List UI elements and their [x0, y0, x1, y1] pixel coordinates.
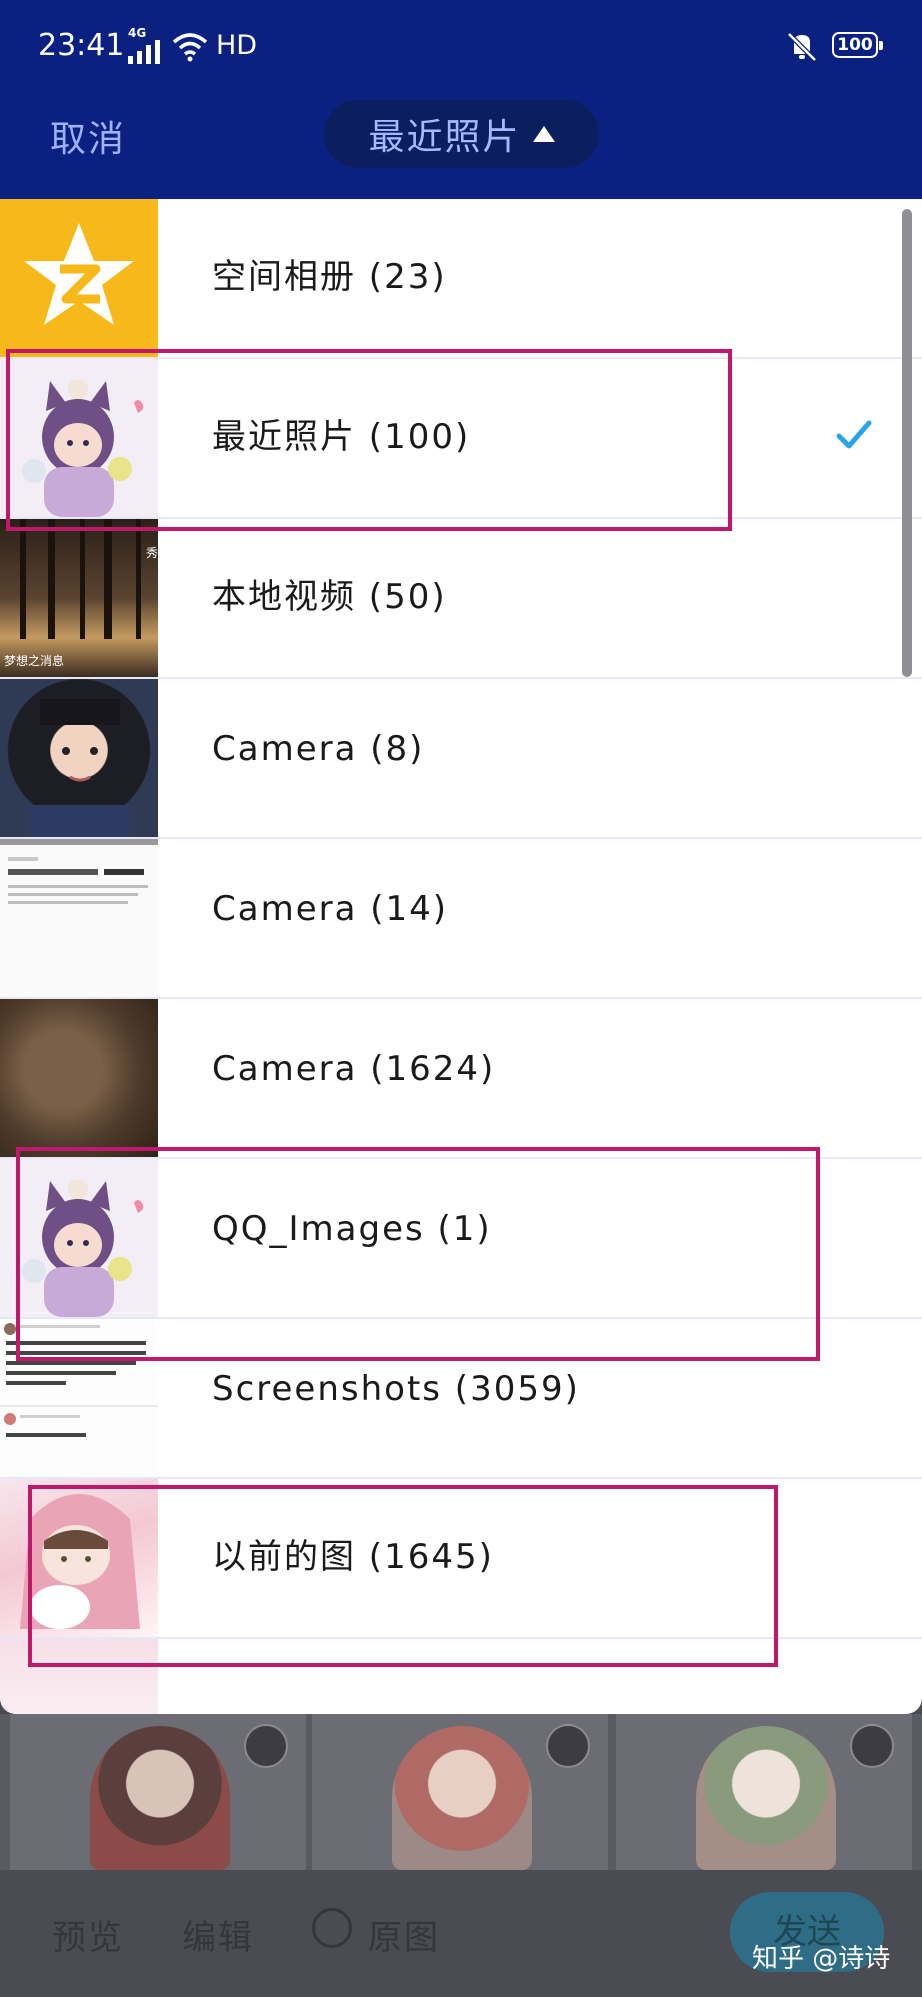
forest-photo: 秀 梦想之消息 [4, 519, 158, 668]
caret-up-icon [532, 126, 555, 142]
network-type: 4G [128, 26, 147, 40]
edit-button[interactable]: 编辑 [182, 1910, 254, 1959]
album-thumbnail [0, 679, 158, 837]
list-scrollbar[interactable] [902, 209, 912, 677]
album-label: 空间相册 (23) [212, 257, 447, 297]
forest-thumb-text: 梦想之消息 [4, 653, 64, 668]
album-list[interactable]: 空间相册 (23) 最近照片 (100) 秀 梦想之消息 本地视频 (50) C… [0, 199, 922, 1714]
photo-cell[interactable] [10, 1714, 306, 1870]
album-row[interactable]: Camera (1624) [0, 999, 922, 1159]
album-selector-button[interactable]: 最近照片 [324, 100, 599, 168]
girl-photo [30, 699, 130, 837]
album-label: 本地视频 (50) [212, 577, 447, 617]
watermark: 知乎 @诗诗 [752, 1944, 891, 1974]
photo-cell[interactable] [616, 1714, 912, 1870]
photo-thumbnail [696, 1726, 836, 1870]
highlight-box [6, 349, 732, 531]
qzone-thumbnail [0, 199, 158, 357]
vibrate-mute-icon [787, 32, 817, 62]
status-time: 23:41 [38, 28, 125, 63]
header: 23:41 4G HD 100 取消 最近照片 [0, 0, 922, 199]
photo-thumbnail [392, 1726, 532, 1870]
album-row[interactable]: Camera (8) [0, 679, 922, 839]
album-thumbnail: 秀 梦想之消息 [0, 519, 158, 677]
battery-indicator: 100 [832, 32, 883, 58]
checkmark-icon [836, 420, 872, 449]
bottom-toolbar: 预览 编辑 原图 发送 [0, 1870, 922, 1997]
preview-button[interactable]: 预览 [52, 1910, 124, 1959]
album-label: Camera (8) [212, 729, 425, 769]
album-row[interactable]: Camera (14) [0, 839, 922, 999]
album-thumbnail [0, 839, 158, 997]
qzone-star-icon [24, 223, 134, 325]
photo-thumbnail [90, 1726, 230, 1870]
original-image-radio[interactable] [312, 1908, 352, 1948]
album-label: Camera (14) [212, 889, 449, 929]
photo-cell[interactable] [312, 1714, 608, 1870]
original-image-label: 原图 [368, 1918, 440, 1958]
album-thumbnail [0, 999, 158, 1157]
album-label: Camera (1624) [212, 1049, 496, 1089]
select-circle[interactable] [244, 1724, 288, 1768]
select-circle[interactable] [850, 1724, 894, 1768]
album-row[interactable]: 空间相册 (23) [0, 199, 922, 359]
select-circle[interactable] [546, 1724, 590, 1768]
hd-indicator: HD [216, 30, 258, 61]
highlight-box [28, 1485, 778, 1667]
wifi-icon [172, 33, 208, 62]
photo-grid [0, 1714, 922, 1870]
album-label: Screenshots (3059) [212, 1369, 580, 1409]
status-bar: 23:41 4G HD 100 [0, 18, 922, 74]
album-row[interactable]: 秀 梦想之消息 本地视频 (50) [0, 519, 922, 679]
highlight-box [16, 1147, 820, 1361]
album-selector-title: 最近照片 [368, 117, 521, 158]
forest-corner-text: 秀 [146, 546, 158, 560]
cancel-button[interactable]: 取消 [50, 110, 126, 162]
text-screenshot [0, 839, 158, 904]
photo-picker-screen: 23:41 4G HD 100 取消 最近照片 空间相册 (23) 最近照片 (… [0, 0, 922, 1997]
signal-icon [128, 40, 160, 64]
